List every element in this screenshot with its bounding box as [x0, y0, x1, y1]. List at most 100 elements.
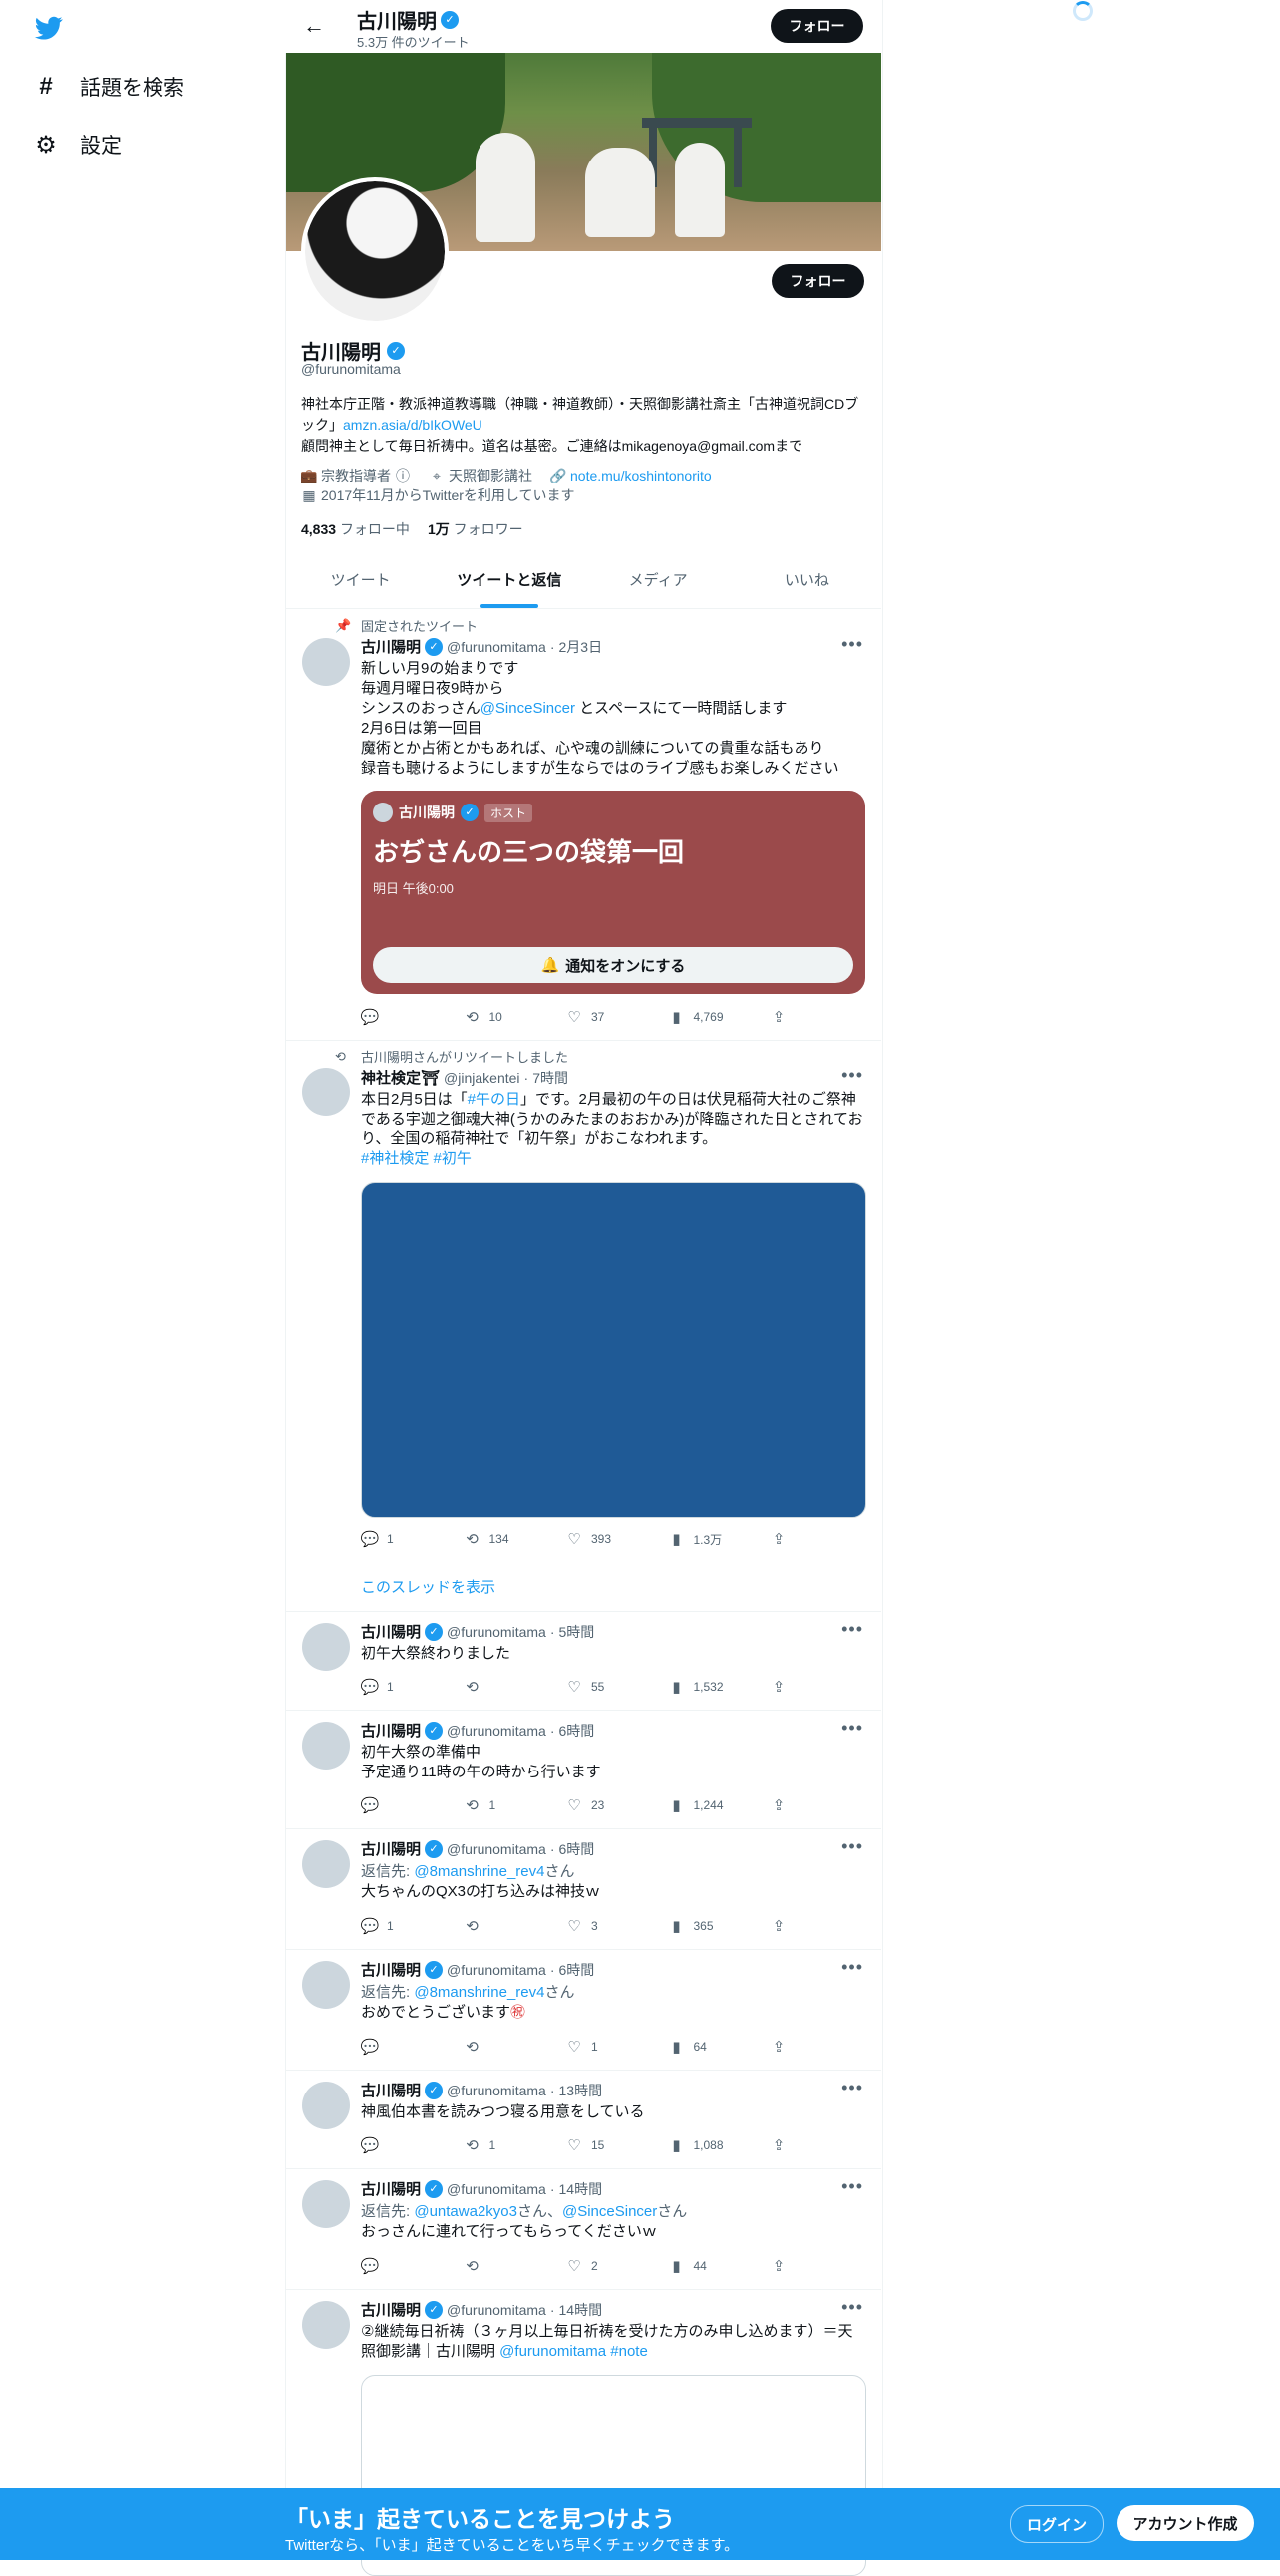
avatar[interactable] — [302, 1961, 350, 2009]
profile-avatar[interactable] — [301, 177, 449, 325]
views-button[interactable]: ▮ 365 — [668, 1917, 748, 1935]
show-thread-link[interactable]: このスレッドを表示 — [361, 1576, 495, 1597]
tweet-time[interactable]: 14時間 — [559, 2300, 603, 2320]
share-button[interactable]: ⇪ — [770, 1796, 790, 1814]
views-button[interactable]: ▮ 1,088 — [668, 2136, 748, 2154]
tweet-author[interactable]: 古川陽明 — [361, 1838, 421, 1859]
more-icon[interactable]: ••• — [841, 634, 863, 655]
set-reminder-button[interactable]: 🔔 通知をオンにする — [373, 947, 853, 983]
reply-button[interactable]: 💬 1 — [361, 1917, 441, 1935]
mention-link[interactable]: @8manshrine_rev4 — [414, 1984, 544, 2001]
tweet-handle[interactable]: @jinjakentei — [444, 1070, 519, 1086]
share-button[interactable]: ⇪ — [770, 2136, 790, 2154]
profile-follow-button[interactable]: フォロー — [772, 264, 864, 298]
like-button[interactable]: ♡ 393 — [565, 1530, 645, 1548]
tweet-time[interactable]: 6時間 — [559, 1721, 595, 1741]
header-follow-button[interactable]: フォロー — [771, 9, 863, 43]
retweet-button[interactable]: ⟲ 134 — [464, 1530, 543, 1548]
views-button[interactable]: ▮ 44 — [668, 2257, 748, 2275]
mention-link[interactable]: @8manshrine_rev4 — [414, 1863, 544, 1880]
retweet-button[interactable]: ⟲ 10 — [464, 1008, 543, 1026]
like-button[interactable]: ♡ 1 — [565, 2038, 645, 2056]
tweet-handle[interactable]: @furunomitama — [447, 2083, 546, 2098]
avatar[interactable] — [302, 1840, 350, 1888]
tab-tweets-and-replies[interactable]: ツイートと返信 — [435, 556, 583, 608]
avatar[interactable] — [302, 638, 350, 686]
tweet-author[interactable]: 古川陽明 — [361, 2299, 421, 2320]
share-button[interactable]: ⇪ — [770, 1678, 790, 1696]
tweet-handle[interactable]: @furunomitama — [447, 2302, 546, 2318]
mention-link[interactable]: @SinceSincer — [480, 700, 575, 717]
tweet-author[interactable]: 神社検定⛩ — [361, 1067, 440, 1088]
views-button[interactable]: ▮ 1.3万 — [668, 1530, 748, 1548]
reply-button[interactable]: 💬 — [361, 1796, 441, 1814]
views-button[interactable]: ▮ 1,244 — [668, 1796, 748, 1814]
like-button[interactable]: ♡ 23 — [565, 1796, 645, 1814]
tweet-time[interactable]: 7時間 — [532, 1068, 568, 1088]
tweet[interactable]: 古川陽明 ✓ @furunomitama · 6時間 ••• 返信先: @8man… — [286, 1828, 881, 1950]
views-button[interactable]: ▮ 4,769 — [668, 1008, 748, 1026]
following-link[interactable]: 4,833 フォロー中 — [301, 519, 410, 539]
more-icon[interactable]: ••• — [841, 2078, 863, 2098]
avatar[interactable] — [302, 1623, 350, 1671]
login-button[interactable]: ログイン — [1010, 2505, 1104, 2543]
more-icon[interactable]: ••• — [841, 1619, 863, 1640]
more-icon[interactable]: ••• — [841, 1065, 863, 1086]
tweet[interactable]: 古川陽明 ✓ @furunomitama · 5時間 ••• 初午大祭終わりました… — [286, 1611, 881, 1711]
tweet[interactable]: 古川陽明 ✓ @furunomitama · 6時間 ••• 初午大祭の準備中 予… — [286, 1710, 881, 1829]
more-icon[interactable]: ••• — [841, 2297, 863, 2318]
more-icon[interactable]: ••• — [841, 1836, 863, 1857]
followers-link[interactable]: 1万 フォロワー — [428, 519, 523, 539]
hashtag-link[interactable]: #note — [606, 2343, 648, 2360]
tweet-handle[interactable]: @furunomitama — [447, 1841, 546, 1857]
reply-button[interactable]: 💬 — [361, 1008, 441, 1026]
avatar[interactable] — [302, 1722, 350, 1770]
reply-button[interactable]: 💬 — [361, 2038, 441, 2056]
back-arrow-icon[interactable]: ← — [303, 14, 327, 38]
tweet-handle[interactable]: @furunomitama — [447, 2181, 546, 2197]
tweet-time[interactable]: 6時間 — [559, 1960, 595, 1980]
tweet-author[interactable]: 古川陽明 — [361, 2080, 421, 2100]
hashtag-links[interactable]: #神社検定 #初午 — [361, 1150, 472, 1167]
like-button[interactable]: ♡ 3 — [565, 1917, 645, 1935]
reply-button[interactable]: 💬 — [361, 2136, 441, 2154]
reply-button[interactable]: 💬 1 — [361, 1530, 441, 1548]
retweet-button[interactable]: ⟲ 1 — [464, 2136, 543, 2154]
reply-button[interactable]: 💬 — [361, 2257, 441, 2275]
mention-link[interactable]: @untawa2kyo3 — [414, 2203, 517, 2220]
mention-link[interactable]: @furunomitama — [499, 2343, 606, 2360]
tweet-handle[interactable]: @furunomitama — [447, 1624, 546, 1640]
tweet[interactable]: 古川陽明 ✓ @furunomitama · 14時間 ••• 返信先: @unt… — [286, 2168, 881, 2290]
retweet-button[interactable]: ⟲ 1 — [464, 1796, 543, 1814]
tweet-time[interactable]: 2月3日 — [559, 637, 603, 657]
profile-website[interactable]: note.mu/koshintonorito — [570, 468, 712, 483]
tweet-time[interactable]: 13時間 — [559, 2081, 603, 2100]
tweet-handle[interactable]: @furunomitama — [447, 1723, 546, 1739]
tweet-handle[interactable]: @furunomitama — [447, 1962, 546, 1978]
signup-button[interactable]: アカウント作成 — [1117, 2505, 1254, 2541]
tweet[interactable]: 古川陽明 ✓ @furunomitama · 6時間 ••• 返信先: @8man… — [286, 1949, 881, 2071]
mention-link[interactable]: @SinceSincer — [562, 2203, 657, 2220]
twitter-bird-icon[interactable] — [34, 14, 64, 42]
more-icon[interactable]: ••• — [841, 1718, 863, 1739]
tweet-time[interactable]: 5時間 — [559, 1622, 595, 1642]
nav-explore[interactable]: # 話題を検索 — [34, 72, 184, 102]
tweet-author[interactable]: 古川陽明 — [361, 2178, 421, 2199]
like-button[interactable]: ♡ 15 — [565, 2136, 645, 2154]
tweet-author[interactable]: 古川陽明 — [361, 1959, 421, 1980]
more-icon[interactable]: ••• — [841, 1957, 863, 1978]
retweet-button[interactable]: ⟲ — [464, 1917, 543, 1935]
tab-likes[interactable]: いいね — [733, 556, 881, 608]
share-button[interactable]: ⇪ — [770, 2038, 790, 2056]
avatar[interactable] — [302, 2180, 350, 2228]
hashtag-link[interactable]: #午の日 — [468, 1091, 520, 1108]
tweet-media[interactable] — [361, 1182, 866, 1518]
like-button[interactable]: ♡ 2 — [565, 2257, 645, 2275]
reply-button[interactable]: 💬 1 — [361, 1678, 441, 1696]
views-button[interactable]: ▮ 1,532 — [668, 1678, 748, 1696]
share-button[interactable]: ⇪ — [770, 1530, 790, 1548]
retweet-button[interactable]: ⟲ — [464, 2257, 543, 2275]
retweet-button[interactable]: ⟲ — [464, 1678, 543, 1696]
tweet-time[interactable]: 6時間 — [559, 1839, 595, 1859]
avatar[interactable] — [302, 2082, 350, 2129]
